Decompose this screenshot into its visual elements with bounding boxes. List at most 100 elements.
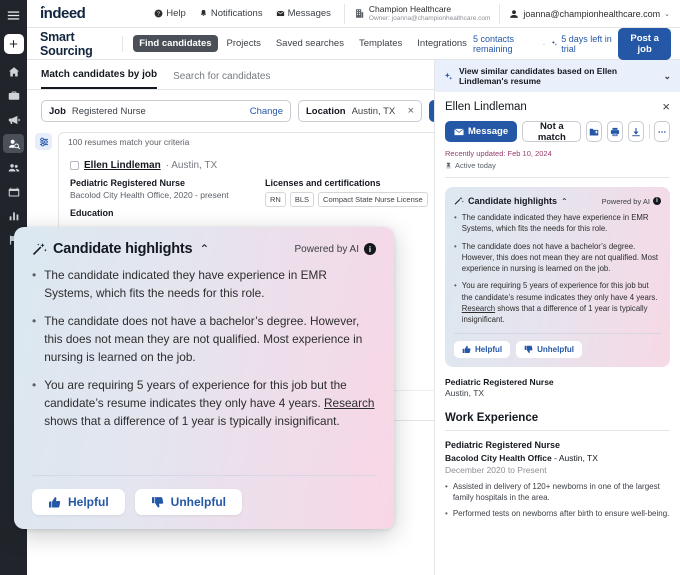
panel-body: Ellen Lindleman × Message Not a match Re…	[435, 92, 680, 367]
bullet-marker: •	[454, 281, 457, 291]
help-link[interactable]: ? Help	[154, 8, 186, 19]
indeed-logo[interactable]: indeed	[40, 5, 86, 22]
location-value: Austin, TX	[351, 105, 396, 117]
hamburger-icon[interactable]	[5, 7, 22, 24]
not-a-match-button[interactable]: Not a match	[522, 121, 582, 143]
nav-projects[interactable]: Projects	[221, 35, 267, 52]
chevron-up-icon[interactable]: ⌃	[199, 242, 209, 256]
create-button[interactable]: +	[3, 34, 24, 54]
info-icon[interactable]: i	[364, 243, 376, 255]
role-company-row: Bacolod City Health Office - Austin, TX	[445, 453, 670, 463]
sidebar-item-analytics[interactable]	[3, 206, 24, 225]
notifications-link[interactable]: Notifications	[199, 8, 263, 19]
nav-divider	[122, 35, 124, 52]
highlight-item: • You are requiring 5 years of experienc…	[454, 280, 661, 325]
highlight-item: • The candidate indicated they have expe…	[454, 212, 661, 235]
thumbs-up-icon	[48, 496, 61, 508]
nav-templates[interactable]: Templates	[353, 35, 408, 52]
more-actions-button[interactable]	[654, 121, 670, 142]
thumbs-up-icon	[462, 345, 471, 353]
candidate-checkbox[interactable]	[70, 161, 79, 170]
nav-saved-searches[interactable]: Saved searches	[270, 35, 350, 52]
research-link[interactable]: Research	[324, 396, 375, 410]
org-switcher[interactable]: Champion Healthcare Owner: joanna@champi…	[343, 3, 501, 24]
org-owner: Owner: joanna@championhealthcare.com	[368, 14, 491, 22]
org-name: Champion Healthcare	[368, 3, 452, 14]
overlay-header: Candidate highlights ⌃ Powered by AI i	[32, 241, 376, 257]
close-icon[interactable]: ×	[662, 100, 670, 113]
location-input[interactable]: Location Austin, TX ×	[298, 100, 422, 122]
helpful-label: Helpful	[475, 344, 503, 354]
sparkle-icon	[444, 72, 453, 80]
hourglass-icon	[446, 162, 451, 169]
overlay-highlight-item: • You are requiring 5 years of experienc…	[32, 377, 376, 430]
panel-title-row: Ellen Lindleman ×	[445, 100, 670, 113]
tab-match-candidates-by-job[interactable]: Match candidates by job	[41, 69, 158, 89]
candidate-job-title: Pediatric Registered Nurse	[70, 178, 186, 188]
overlay-helpful-button[interactable]: Helpful	[32, 489, 125, 515]
candidate-highlights-overlay: Candidate highlights ⌃ Powered by AI i •…	[14, 227, 394, 529]
helpful-button[interactable]: Helpful	[454, 340, 511, 358]
view-similar-banner[interactable]: View similar candidates based on Ellen L…	[435, 60, 680, 92]
research-link[interactable]: Research	[462, 304, 495, 313]
candidate-job-sub: Bacolod City Health Office, 2020 - prese…	[70, 190, 229, 200]
sidebar-item-home[interactable]	[3, 62, 24, 81]
job-label: Job	[49, 105, 66, 117]
app-root: + indeed ? Help Notifications Messages C…	[0, 0, 680, 575]
post-a-job-button[interactable]: Post a job	[618, 27, 671, 60]
chevron-up-icon[interactable]: ⌃	[561, 197, 568, 206]
overlay-unhelpful-button[interactable]: Unhelpful	[134, 489, 242, 515]
filter-button[interactable]	[35, 133, 52, 150]
change-job-link[interactable]: Change	[250, 106, 283, 117]
account-menu[interactable]: joanna@championhealthcare.com ⌄	[500, 9, 680, 19]
messages-link[interactable]: Messages	[276, 8, 331, 19]
chevron-down-icon: ⌄	[664, 10, 670, 18]
nav-find-candidates[interactable]: Find candidates	[133, 35, 218, 52]
bullet-marker: •	[445, 481, 448, 491]
overlay-highlight-text: The candidate does not have a bachelor’s…	[44, 314, 363, 364]
bullet-marker: •	[32, 378, 37, 393]
printer-icon	[610, 127, 620, 136]
highlight-text: The candidate does not have a bachelor’s…	[461, 241, 659, 274]
candidate-education-head: Education	[70, 208, 114, 218]
filter-icon	[39, 137, 48, 146]
add-to-folder-button[interactable]	[586, 121, 603, 142]
tab-search-for-candidates[interactable]: Search for candidates	[173, 71, 270, 89]
resume-section: Pediatric Registered Nurse Austin, TX Wo…	[435, 377, 680, 520]
chevron-down-icon[interactable]: ⌄	[663, 71, 671, 82]
sidebar-item-campaigns[interactable]	[3, 110, 24, 129]
overlay-spacer	[32, 442, 376, 470]
job-input[interactable]: Job Registered Nurse Change	[41, 100, 291, 122]
user-icon	[510, 9, 519, 18]
bullet-marker: •	[454, 213, 457, 222]
print-button[interactable]	[607, 121, 623, 142]
sidebar-item-jobs[interactable]	[3, 86, 24, 105]
message-button[interactable]: Message	[445, 121, 518, 142]
unhelpful-label: Unhelpful	[537, 344, 574, 354]
highlight-text: You are requiring 5 years of experience …	[461, 281, 658, 325]
envelope-icon	[276, 10, 284, 17]
overlay-title: Candidate highlights	[53, 241, 193, 257]
clear-location-icon[interactable]: ×	[408, 105, 414, 117]
download-button[interactable]	[627, 121, 644, 142]
contacts-remaining[interactable]: 5 contacts remaining	[473, 34, 537, 54]
sub-header-right: 5 contacts remaining · 5 days left in tr…	[473, 27, 680, 60]
thumbs-down-icon	[151, 496, 163, 508]
sidebar-item-candidates[interactable]	[3, 134, 24, 153]
view-similar-label: View similar candidates based on Ellen L…	[459, 66, 618, 86]
unhelpful-button[interactable]: Unhelpful	[516, 340, 582, 358]
location-label: Location	[306, 105, 346, 117]
notifications-label: Notifications	[210, 8, 263, 19]
info-icon[interactable]: i	[653, 197, 661, 205]
building-icon	[355, 9, 364, 18]
trial-status[interactable]: 5 days left in trial	[551, 34, 612, 54]
candidate-name[interactable]: Ellen Lindleman	[84, 160, 161, 171]
sidebar-item-calendar[interactable]	[3, 182, 24, 201]
envelope-icon	[454, 128, 464, 135]
overlay-feedback-buttons: Helpful Unhelpful	[32, 489, 376, 515]
nav-integrations[interactable]: Integrations	[411, 35, 473, 52]
sidebar-item-people[interactable]	[3, 158, 24, 177]
highlights-list: • The candidate indicated they have expe…	[454, 212, 661, 326]
role-company: Bacolod City Health Office	[445, 452, 552, 463]
sparkle-icon	[552, 40, 558, 46]
